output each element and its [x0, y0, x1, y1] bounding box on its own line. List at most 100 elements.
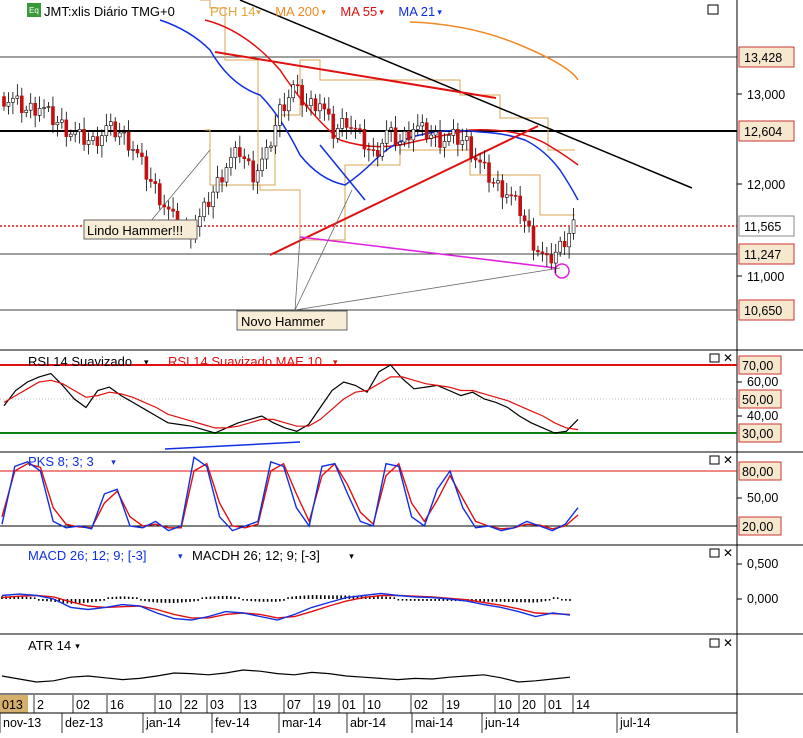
close-pane-icon[interactable]: ✕	[723, 636, 733, 650]
candle-body	[64, 119, 69, 137]
candle-body	[60, 119, 64, 123]
candle-body	[313, 98, 318, 112]
close-pane-icon[interactable]: ✕	[723, 546, 733, 560]
day-label: 13	[243, 698, 257, 712]
dropdown-arrow-icon[interactable]: ▾	[178, 551, 183, 561]
candle-body	[456, 129, 460, 145]
candle-body	[260, 158, 264, 171]
day-label: 20	[522, 698, 536, 712]
candle-body	[46, 106, 51, 108]
dropdown-arrow-icon[interactable]: ▾	[333, 357, 338, 367]
symbol-label[interactable]: JMT:xlis Diário TMG+0	[44, 4, 175, 19]
legend-ma200[interactable]: MA 200	[275, 4, 319, 19]
candle-body	[567, 233, 571, 248]
dropdown-arrow-icon[interactable]: ▾	[111, 457, 116, 467]
candle-body	[540, 251, 545, 254]
candle-body	[37, 108, 42, 116]
candle-body	[68, 133, 73, 137]
close-pane-icon[interactable]: ✕	[723, 351, 733, 365]
annotation-lindo-hammer: Lindo Hammer!!!	[87, 223, 183, 238]
legend-pch[interactable]: PCH 14	[210, 4, 256, 19]
candle-body	[496, 180, 500, 184]
atr-legend: ATR 14 ▾	[28, 638, 80, 653]
candle-body	[424, 122, 429, 139]
candle-body	[464, 136, 469, 141]
legend-macd[interactable]: MACD 26; 12; 9; [-3]	[28, 548, 147, 563]
maximize-pane-icon[interactable]	[709, 548, 720, 558]
dropdown-arrow-icon[interactable]: ▾	[256, 7, 261, 17]
day-label: 01	[548, 698, 562, 712]
legend-pks[interactable]: PKS 8; 3; 3	[28, 454, 94, 469]
day-label: 22	[184, 698, 198, 712]
candle-body	[438, 131, 442, 148]
candle-body	[251, 160, 255, 183]
candle-body	[51, 106, 55, 126]
candle-body	[242, 156, 247, 160]
candle-body	[318, 103, 322, 112]
candle-body	[327, 108, 331, 115]
day-label: 10	[367, 698, 381, 712]
rsi-legend: RSI 14 Suavizado ▾ RSI 14 Suavizado MAE 10…	[28, 354, 338, 369]
y-tick-label: 13,000	[747, 88, 785, 102]
candle-body	[447, 135, 451, 142]
dropdown-arrow-icon[interactable]: ▾	[75, 641, 80, 651]
candle-body	[33, 102, 37, 116]
day-label: 14	[576, 698, 590, 712]
legend-rsi[interactable]: RSI 14 Suavizado	[28, 354, 132, 369]
legend-macdh[interactable]: MACDH 26; 12; 9; [-3]	[192, 548, 320, 563]
maximize-pane-icon[interactable]	[709, 353, 720, 363]
day-label: 07	[287, 698, 301, 712]
candle-body	[367, 148, 371, 151]
candle-body	[469, 136, 474, 159]
legend-rsimae[interactable]: RSI 14 Suavizado MAE 10	[168, 354, 322, 369]
candle-body	[433, 131, 438, 136]
level-tag-label: 50,00	[742, 393, 773, 407]
candle-body	[380, 142, 385, 157]
candle-body	[6, 102, 11, 107]
legend-atr[interactable]: ATR 14	[28, 638, 71, 653]
maximize-pane-icon[interactable]	[709, 638, 720, 648]
candle-body	[171, 208, 175, 212]
price-tag-label: 13,428	[744, 51, 782, 65]
candle-body	[531, 225, 536, 251]
y-tick-label: 11,000	[747, 270, 784, 284]
candle-body	[269, 145, 273, 148]
maximize-pane-icon[interactable]	[707, 4, 719, 15]
candle-body	[513, 195, 518, 197]
candle-body	[402, 131, 407, 143]
candle-body	[131, 149, 135, 151]
macd-signal-line	[1, 594, 571, 619]
dropdown-arrow-icon[interactable]: ▾	[379, 7, 384, 17]
candle-body	[286, 97, 291, 112]
month-label: jul-14	[619, 716, 651, 730]
candle-body	[460, 140, 465, 145]
legend-ma55[interactable]: MA 55	[340, 4, 377, 19]
candle-body	[309, 98, 313, 106]
close-pane-icon[interactable]: ✕	[723, 453, 733, 467]
legend-ma21[interactable]: MA 21	[398, 4, 435, 19]
candle-body	[411, 129, 416, 141]
candle-body	[482, 161, 487, 164]
candle-body	[153, 181, 158, 184]
candle-body	[140, 152, 144, 157]
candle-body	[211, 191, 215, 207]
candle-body	[24, 109, 29, 113]
candle-body	[149, 179, 153, 182]
candle-body	[358, 128, 362, 131]
candle-body	[322, 103, 327, 110]
stoch-y-axis: 50,00 80,00 20,00	[737, 461, 782, 536]
rsi-pane: RSI 14 Suavizado ▾ RSI 14 Suavizado MAE 10…	[0, 351, 803, 453]
stoch-pane: PKS 8; 3; 3 ▾ ✕ 50,00 80,00 20,00	[0, 453, 803, 546]
dropdown-arrow-icon[interactable]: ▾	[349, 551, 354, 561]
rsi-divergence-line	[164, 441, 301, 450]
dropdown-arrow-icon[interactable]: ▾	[437, 7, 442, 17]
price-tag-label: 11,565	[744, 220, 781, 234]
maximize-pane-icon[interactable]	[709, 455, 720, 465]
atr-pane: ATR 14 ▾ ✕	[0, 636, 803, 695]
dropdown-arrow-icon[interactable]: ▾	[144, 357, 149, 367]
dropdown-arrow-icon[interactable]: ▾	[321, 7, 326, 17]
month-label: mai-14	[415, 716, 453, 730]
candle-body	[473, 157, 478, 161]
candle-body	[246, 158, 251, 162]
time-axis-months: nov-13 dez-13 jan-14 fev-14 mar-14 abr-14 mai-…	[0, 713, 651, 733]
